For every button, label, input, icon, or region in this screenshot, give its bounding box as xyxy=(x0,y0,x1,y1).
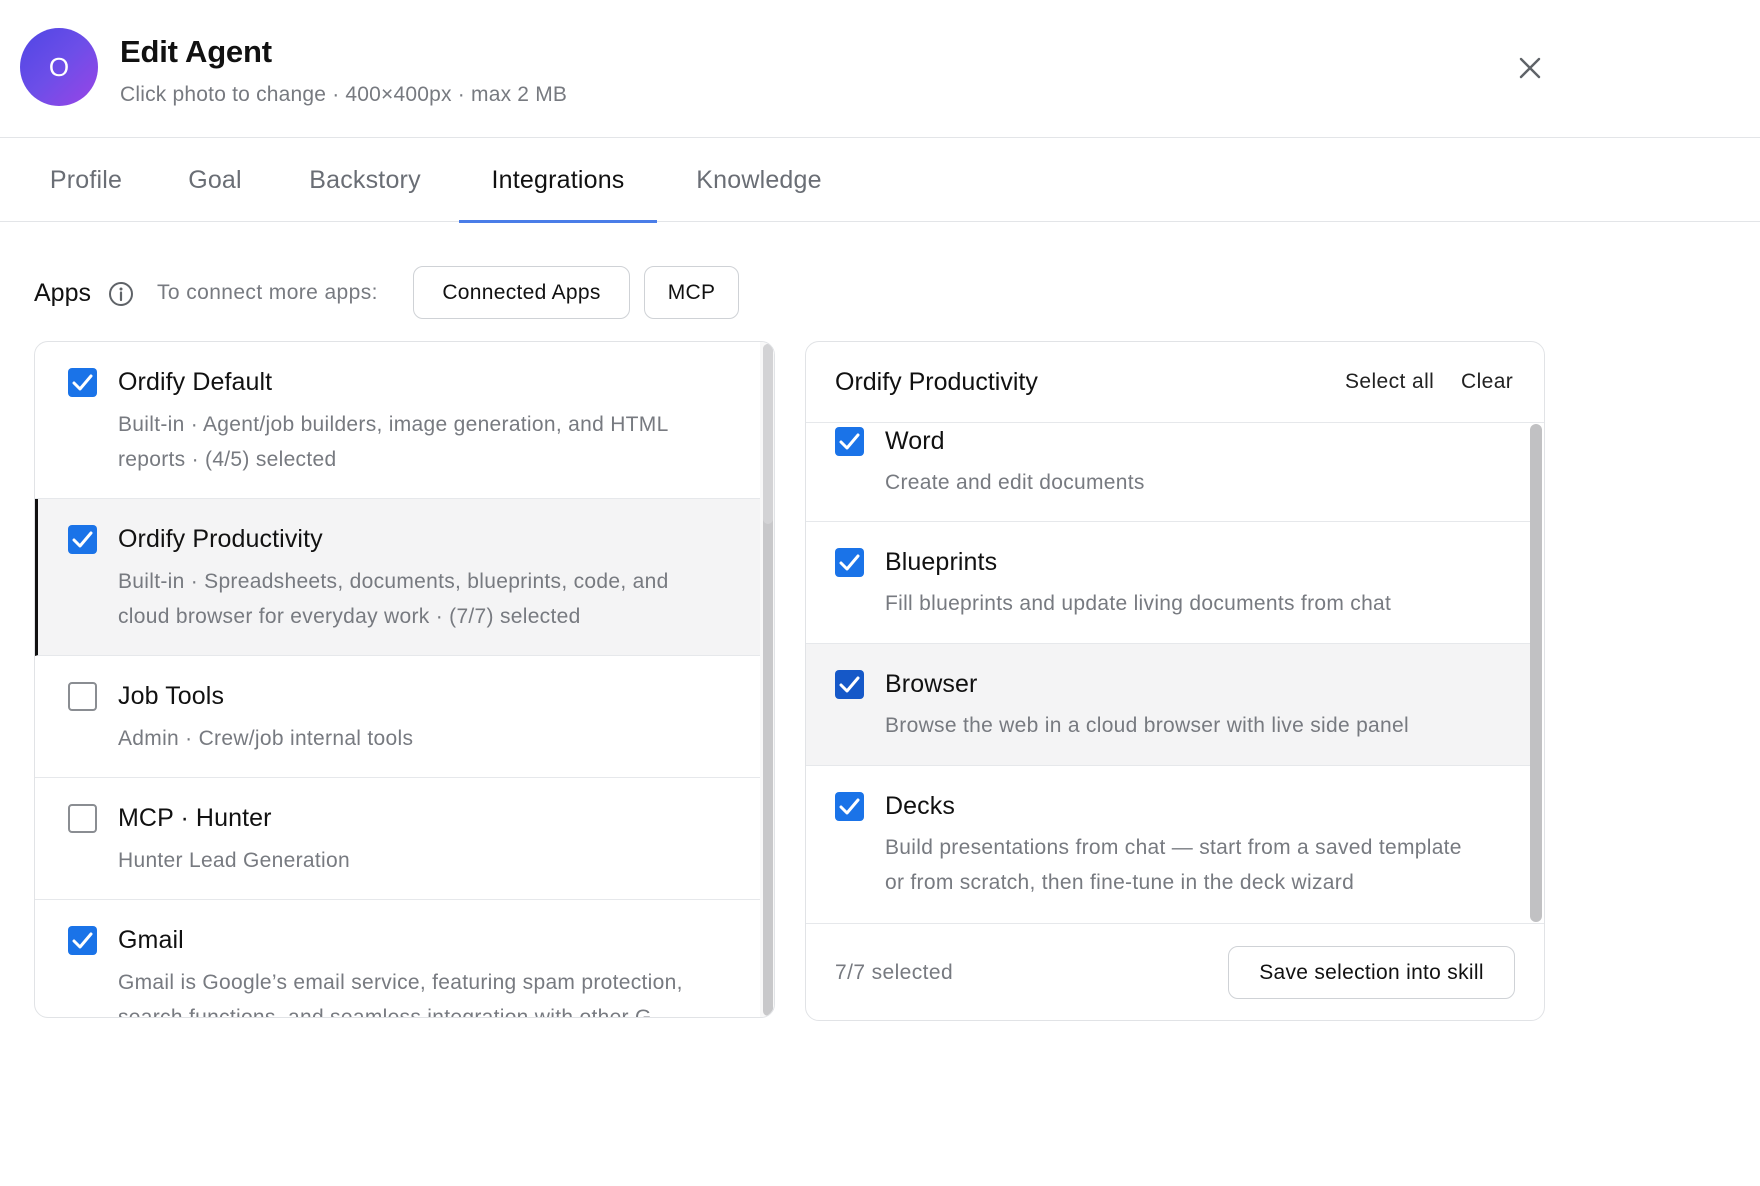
apps-label: Apps xyxy=(34,279,91,307)
tool-title: Blueprints xyxy=(885,548,998,576)
dialog-header: O Edit Agent Click photo to change · 400… xyxy=(0,0,1760,138)
info-icon[interactable] xyxy=(108,281,134,307)
app-description: reports · (4/5) selected xyxy=(118,448,337,471)
app-title: Ordify Default xyxy=(118,368,273,396)
app-title: Ordify Productivity xyxy=(118,525,323,553)
connect-apps-hint: To connect more apps: xyxy=(157,281,378,304)
panel-title: Ordify Productivity xyxy=(835,368,1038,396)
checkbox-checked[interactable] xyxy=(835,670,864,699)
app-title: Job Tools xyxy=(118,682,225,710)
app-list: Ordify Default Built-in · Agent/job buil… xyxy=(34,341,775,1018)
scrollbar-thumb[interactable] xyxy=(1530,424,1542,922)
tool-item-blueprints[interactable]: Blueprints Fill blueprints and update li… xyxy=(806,522,1530,644)
checkbox-checked[interactable] xyxy=(68,525,97,554)
app-description: Built-in · Agent/job builders, image gen… xyxy=(118,413,669,436)
checkbox-checked[interactable] xyxy=(68,368,97,397)
mcp-button[interactable]: MCP xyxy=(644,266,739,319)
tab-profile[interactable]: Profile xyxy=(34,139,138,222)
app-title: MCP · Hunter xyxy=(118,804,272,832)
tool-item-decks[interactable]: Decks Build presentations from chat — st… xyxy=(806,766,1530,923)
close-icon[interactable] xyxy=(1512,50,1548,86)
tool-description: Create and edit documents xyxy=(885,471,1145,494)
app-description: Hunter Lead Generation xyxy=(118,849,350,872)
tool-description: or from scratch, then fine-tune in the d… xyxy=(885,871,1355,894)
checkbox-unchecked[interactable] xyxy=(68,682,97,711)
tab-goal[interactable]: Goal xyxy=(170,139,260,222)
checkbox-checked[interactable] xyxy=(68,926,97,955)
tool-selection-panel: Ordify Productivity Select all Clear Wor… xyxy=(805,341,1545,1021)
panel-header: Ordify Productivity Select all Clear xyxy=(806,342,1544,423)
tool-item-word[interactable]: Word Create and edit documents xyxy=(806,424,1530,522)
app-list-item[interactable]: Ordify Default Built-in · Agent/job buil… xyxy=(35,342,761,499)
selected-count: 7/7 selected xyxy=(835,961,954,984)
avatar[interactable]: O xyxy=(20,28,98,106)
app-description: Gmail is Google’s email service, featuri… xyxy=(118,971,683,994)
app-list-item[interactable]: Job Tools Admin · Crew/job internal tool… xyxy=(35,656,761,778)
select-all-button[interactable]: Select all xyxy=(1345,370,1434,394)
tool-title: Browser xyxy=(885,670,978,698)
tool-title: Word xyxy=(885,427,945,455)
app-description: Built-in · Spreadsheets, documents, blue… xyxy=(118,570,669,593)
tool-title: Decks xyxy=(885,792,955,820)
app-description: cloud browser for everyday work · (7/7) … xyxy=(118,605,581,628)
scrollbar-thumb-highlight xyxy=(763,344,773,524)
panel-footer: 7/7 selected Save selection into skill xyxy=(806,923,1544,1020)
app-list-item[interactable]: MCP · Hunter Hunter Lead Generation xyxy=(35,778,761,900)
app-description: search functions, and seamless integrati… xyxy=(118,1006,652,1018)
tab-knowledge[interactable]: Knowledge xyxy=(680,139,838,222)
avatar-initial: O xyxy=(48,51,70,82)
tab-integrations[interactable]: Integrations xyxy=(459,139,657,223)
save-selection-button[interactable]: Save selection into skill xyxy=(1228,946,1515,999)
app-list-item[interactable]: Gmail Gmail is Google’s email service, f… xyxy=(35,900,761,1018)
dialog-title: Edit Agent xyxy=(120,34,272,69)
checkbox-checked[interactable] xyxy=(835,427,864,456)
tab-backstory[interactable]: Backstory xyxy=(290,139,440,222)
connected-apps-button[interactable]: Connected Apps xyxy=(413,266,630,319)
app-title: Gmail xyxy=(118,926,184,954)
app-description: Admin · Crew/job internal tools xyxy=(118,727,414,750)
tool-item-browser[interactable]: Browser Browse the web in a cloud browse… xyxy=(806,644,1530,766)
checkbox-checked[interactable] xyxy=(835,548,864,577)
tool-description: Browse the web in a cloud browser with l… xyxy=(885,714,1409,737)
clear-button[interactable]: Clear xyxy=(1461,370,1513,394)
tool-description: Fill blueprints and update living docume… xyxy=(885,592,1392,615)
app-list-item[interactable]: Ordify Productivity Built-in · Spreadshe… xyxy=(35,499,761,656)
tool-description: Build presentations from chat — start fr… xyxy=(885,836,1462,859)
checkbox-unchecked[interactable] xyxy=(68,804,97,833)
photo-hint: Click photo to change · 400×400px · max … xyxy=(120,83,568,106)
tab-bar: Profile Goal Backstory Integrations Know… xyxy=(0,139,1760,223)
checkbox-checked[interactable] xyxy=(835,792,864,821)
